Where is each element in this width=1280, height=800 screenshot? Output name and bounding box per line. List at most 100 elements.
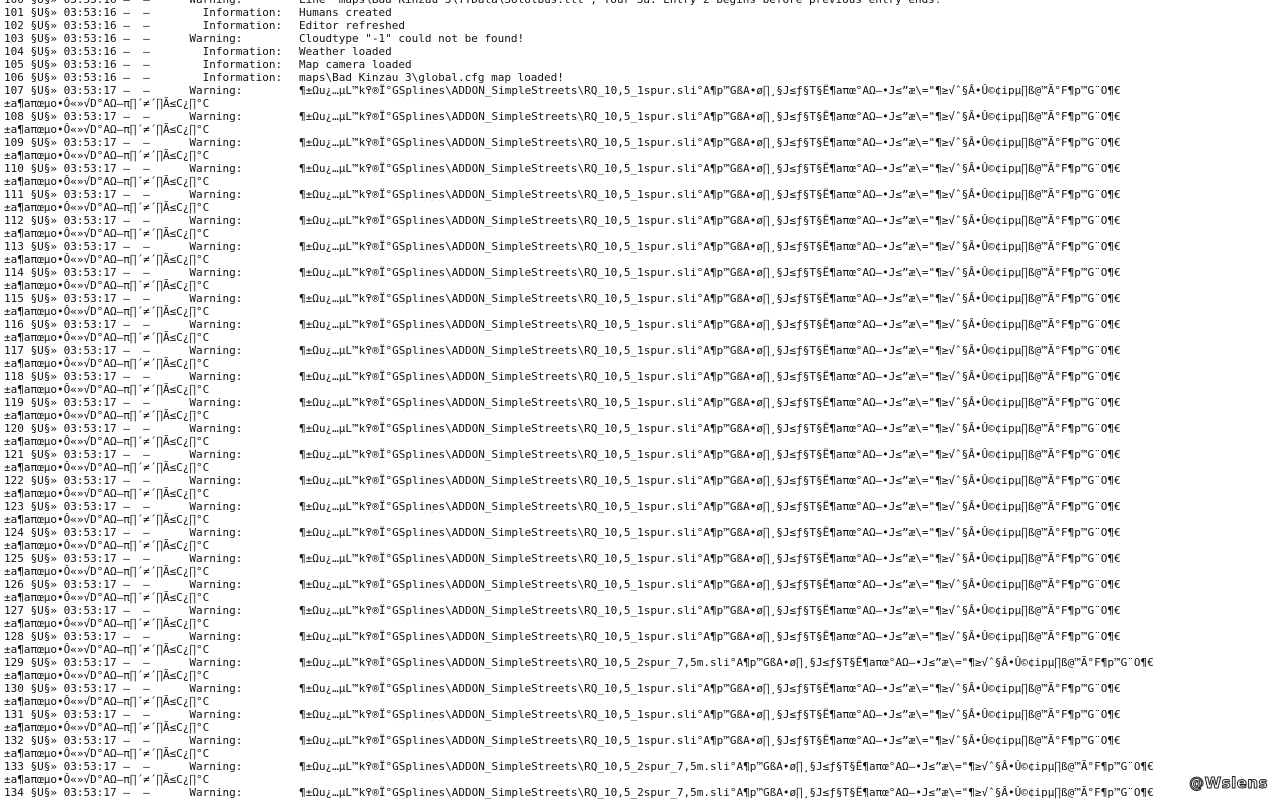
log-entry-header: 101 §U§» 03:53:16 – – Information: — [4, 6, 283, 19]
log-entry-header: 121 §U§» 03:53:17 – – Warning: — [4, 448, 243, 461]
misspelled-word: GSplines — [392, 136, 446, 149]
log-line-continuation: ±a¶aπœµo•Ô«»√D°AΩ–π∏´≠´∏Ã≤C¿∏°C — [4, 97, 210, 110]
misspelled-word: GSplines — [392, 500, 446, 513]
log-message: ¶±Ωu¿…µL™k߉®Ï°GSplines\ADDON_SimpleStree… — [299, 240, 1121, 253]
log-message-text: ¶±Ωu¿…µL™k߉®Ï° — [299, 292, 393, 305]
log-message-text: \ADDON_SimpleStreets\RQ_10,5_1spur.sli°A… — [445, 474, 1121, 487]
log-message: ¶±Ωu¿…µL™k߉®Ï°GSplines\ADDON_SimpleStree… — [299, 318, 1121, 331]
log-line: 110 §U§» 03:53:17 – – Warning: ¶±Ωu¿…µL™k… — [4, 162, 1276, 175]
log-message: ¶±Ωu¿…µL™k߉®Ï°GSplines\ADDON_SimpleStree… — [299, 292, 1121, 305]
log-entry-header: 118 §U§» 03:53:17 – – Warning: — [4, 370, 243, 383]
log-message-text: ¶±Ωu¿…µL™k߉®Ï° — [299, 370, 393, 383]
log-message-text: ¶±Ωu¿…µL™k߉®Ï° — [299, 84, 393, 97]
log-entry-header: 125 §U§» 03:53:17 – – Warning: — [4, 552, 243, 565]
log-message-text: maps\Bad — [299, 71, 359, 84]
log-message-text: ¶±Ωu¿…µL™k߉®Ï° — [299, 474, 393, 487]
log-line-continuation: ±a¶aπœµo•Ô«»√D°AΩ–π∏´≠´∏Ã≤C¿∏°C — [4, 721, 210, 734]
log-message-text: ¶±Ωu¿…µL™k߉®Ï° — [299, 214, 393, 227]
log-line: 127 §U§» 03:53:17 – – Warning: ¶±Ωu¿…µL™k… — [4, 604, 1276, 617]
log-message-text: \ADDON_SimpleStreets\RQ_10,5_1spur.sli°A… — [445, 734, 1121, 747]
log-entry-header: 113 §U§» 03:53:17 – – Warning: — [4, 240, 243, 253]
log-line: 103 §U§» 03:53:16 – – Warning: Cloudtype … — [4, 32, 1276, 45]
log-message: ¶±Ωu¿…µL™k߉®Ï°GSplines\ADDON_SimpleStree… — [299, 214, 1121, 227]
log-message-text: ¶±Ωu¿…µL™k߉®Ï° — [299, 604, 393, 617]
log-message-text: Editor refreshed — [299, 19, 405, 32]
log-message-text: ¶±Ωu¿…µL™k߉®Ï° — [299, 318, 393, 331]
log-entry-header: 105 §U§» 03:53:16 – – Information: — [4, 58, 283, 71]
log-line-continuation: ±a¶aπœµo•Ô«»√D°AΩ–π∏´≠´∏Ã≤C¿∏°C — [4, 591, 210, 604]
log-entry-header: 106 §U§» 03:53:16 – – Information: — [4, 71, 283, 84]
log-entry-header: 115 §U§» 03:53:17 – – Warning: — [4, 292, 243, 305]
log-message-text: \ADDON_SimpleStreets\RQ_10,5_1spur.sli°A… — [445, 188, 1121, 201]
log-text-area[interactable]: 100 §U§» 03:53:16 – – Warning:Line 'maps… — [4, 0, 1276, 799]
misspelled-word: GSplines — [392, 760, 446, 773]
log-line: 115 §U§» 03:53:17 – – Warning: ¶±Ωu¿…µL™k… — [4, 292, 1276, 305]
log-entry-header: 124 §U§» 03:53:17 – – Warning: — [4, 526, 243, 539]
log-line: 118 §U§» 03:53:17 – – Warning: ¶±Ωu¿…µL™k… — [4, 370, 1276, 383]
log-line-continuation: ±a¶aπœµo•Ô«»√D°AΩ–π∏´≠´∏Ã≤C¿∏°C — [4, 227, 210, 240]
misspelled-word: GSplines — [392, 708, 446, 721]
log-message: ¶±Ωu¿…µL™k߉®Ï°GSplines\ADDON_SimpleStree… — [299, 136, 1121, 149]
misspelled-word: GSplines — [392, 526, 446, 539]
log-entry-header: 116 §U§» 03:53:17 – – Warning: — [4, 318, 243, 331]
log-entry-header: 134 §U§» 03:53:17 – – Warning: — [4, 786, 243, 799]
log-message-text: ', Tour 3a: Entry 2 begins before previo… — [584, 0, 942, 6]
log-message-text: Weather loaded — [299, 45, 392, 58]
log-message-text: \ADDON_SimpleStreets\RQ_10,5_1spur.sli°A… — [445, 344, 1121, 357]
log-message: ¶±Ωu¿…µL™k߉®Ï°GSplines\ADDON_SimpleStree… — [299, 526, 1121, 539]
log-message-text: ¶±Ωu¿…µL™k߉®Ï° — [299, 422, 393, 435]
misspelled-word: GSplines — [392, 552, 446, 565]
log-message-text: ¶±Ωu¿…µL™k߉®Ï° — [299, 448, 393, 461]
log-line-continuation: ±a¶aπœµo•Ô«»√D°AΩ–π∏´≠´∏Ã≤C¿∏°C — [4, 487, 210, 500]
log-line-continuation: ±a¶aπœµo•Ô«»√D°AΩ–π∏´≠´∏Ã≤C¿∏°C — [4, 175, 210, 188]
misspelled-word: GSplines — [392, 240, 446, 253]
log-line-continuation: ±a¶aπœµo•Ô«»√D°AΩ–π∏´≠´∏Ã≤C¿∏°C — [4, 305, 210, 318]
log-line-continuation: ±a¶aπœµo•Ô«»√D°AΩ–π∏´≠´∏Ã≤C¿∏°C — [4, 383, 210, 396]
log-message-text: \ADDON_SimpleStreets\RQ_10,5_1spur.sli°A… — [445, 292, 1121, 305]
log-entry-header: 122 §U§» 03:53:17 – – Warning: — [4, 474, 243, 487]
log-entry-header: 107 §U§» 03:53:17 – – Warning: — [4, 84, 243, 97]
log-entry-header: 119 §U§» 03:53:17 – – Warning: — [4, 396, 243, 409]
log-line: 121 §U§» 03:53:17 – – Warning: ¶±Ωu¿…µL™k… — [4, 448, 1276, 461]
log-entry-header: 133 §U§» 03:53:17 – – Warning: — [4, 760, 243, 773]
log-entry-header: 131 §U§» 03:53:17 – – Warning: — [4, 708, 243, 721]
log-message: ¶±Ωu¿…µL™k߉®Ï°GSplines\ADDON_SimpleStree… — [299, 84, 1121, 97]
log-line: 106 §U§» 03:53:16 – – Information: maps\B… — [4, 71, 1276, 84]
log-message-text: ¶±Ωu¿…µL™k߉®Ï° — [299, 188, 393, 201]
log-entry-header: 128 §U§» 03:53:17 – – Warning: — [4, 630, 243, 643]
log-line-continuation: ±a¶aπœµo•Ô«»√D°AΩ–π∏´≠´∏Ã≤C¿∏°C — [4, 149, 210, 162]
log-message-text: \ADDON_SimpleStreets\RQ_10,5_1spur.sli°A… — [445, 318, 1121, 331]
misspelled-word: GSplines — [392, 578, 446, 591]
log-message: maps\Bad Kinzau 3\global.cfg map loaded! — [299, 71, 564, 84]
log-message: ¶±Ωu¿…µL™k߉®Ï°GSplines\ADDON_SimpleStree… — [299, 682, 1121, 695]
log-message: ¶±Ωu¿…µL™k߉®Ï°GSplines\ADDON_SimpleStree… — [299, 266, 1121, 279]
log-line-continuation: ±a¶aπœµo•Ô«»√D°AΩ–π∏´≠´∏Ã≤C¿∏°C — [4, 669, 210, 682]
log-line: 128 §U§» 03:53:17 – – Warning: ¶±Ωu¿…µL™k… — [4, 630, 1276, 643]
log-message-text: \ADDON_SimpleStreets\RQ_10,5_1spur.sli°A… — [445, 110, 1121, 123]
log-line: 101 §U§» 03:53:16 – – Information: Humans… — [4, 6, 1276, 19]
log-message-text: ¶±Ωu¿…µL™k߉®Ï° — [299, 526, 393, 539]
log-line-continuation: ±a¶aπœµo•Ô«»√D°AΩ–π∏´≠´∏Ã≤C¿∏°C — [4, 435, 210, 448]
log-entry-header: 109 §U§» 03:53:17 – – Warning: — [4, 136, 243, 149]
log-message-text: \ADDON_SimpleStreets\RQ_10,5_1spur.sli°A… — [445, 500, 1121, 513]
log-message-text: \ADDON_SimpleStreets\RQ_10,5_1spur.sli°A… — [445, 266, 1121, 279]
log-message-text: ¶±Ωu¿…µL™k߉®Ï° — [299, 162, 393, 175]
misspelled-word: GSplines — [392, 344, 446, 357]
watermark: @Wslens — [1189, 774, 1268, 793]
log-message: ¶±Ωu¿…µL™k߉®Ï°GSplines\ADDON_SimpleStree… — [299, 786, 1154, 799]
misspelled-word: GSplines — [392, 162, 446, 175]
log-line-continuation: ±a¶aπœµo•Ô«»√D°AΩ–π∏´≠´∏Ã≤C¿∏°C — [4, 643, 210, 656]
log-line: 132 §U§» 03:53:17 – – Warning: ¶±Ωu¿…µL™k… — [4, 734, 1276, 747]
log-message-text: ¶±Ωu¿…µL™k߉®Ï° — [299, 786, 393, 799]
log-message-text: ¶±Ωu¿…µL™k߉®Ï° — [299, 240, 393, 253]
log-message: ¶±Ωu¿…µL™k߉®Ï°GSplines\ADDON_SimpleStree… — [299, 552, 1121, 565]
misspelled-word: GSplines — [392, 84, 446, 97]
misspelled-word: GSplines — [392, 188, 446, 201]
misspelled-word: GSplines — [392, 318, 446, 331]
log-line: 102 §U§» 03:53:16 – – Information: Editor… — [4, 19, 1276, 32]
log-message: ¶±Ωu¿…µL™k߉®Ï°GSplines\ADDON_SimpleStree… — [299, 474, 1121, 487]
log-message: ¶±Ωu¿…µL™k߉®Ï°GSplines\ADDON_SimpleStree… — [299, 110, 1121, 123]
log-line: 111 §U§» 03:53:17 – – Warning: ¶±Ωu¿…µL™k… — [4, 188, 1276, 201]
log-message: ¶±Ωu¿…µL™k߉®Ï°GSplines\ADDON_SimpleStree… — [299, 448, 1121, 461]
misspelled-word: GSplines — [392, 656, 446, 669]
